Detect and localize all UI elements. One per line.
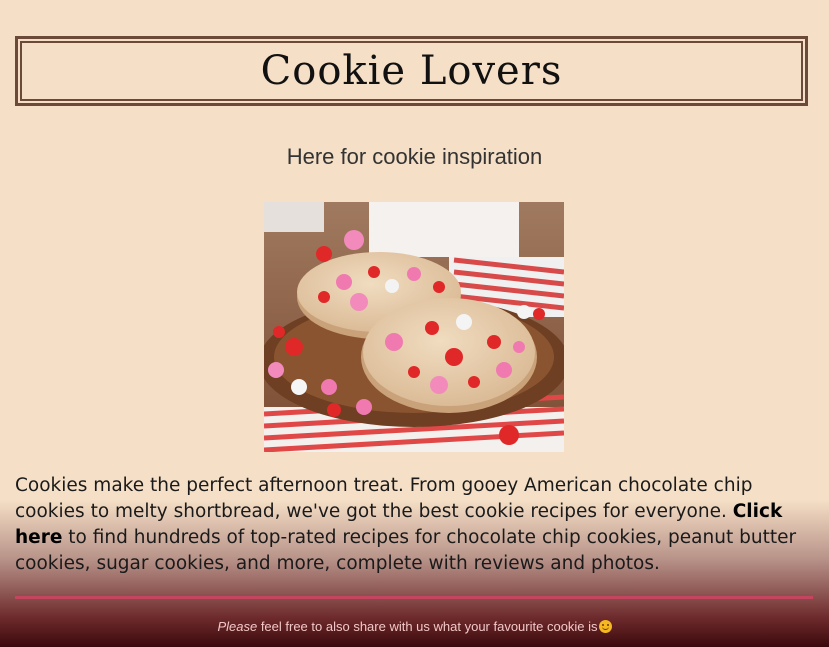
site-header: Cookie Lovers [15,36,808,106]
cookie-photo [264,202,564,452]
intro-paragraph: Cookies make the perfect afternoon treat… [15,473,820,577]
footer-note: Please feel free to also share with us w… [0,619,829,634]
tagline: Here for cookie inspiration [286,144,543,169]
intro-text-after: to find hundreds of top-rated recipes fo… [15,527,797,574]
footer-divider [15,596,813,599]
footer-text: feel free to also share with us what you… [257,619,598,634]
site-title: Cookie Lovers [260,48,563,94]
intro-text-before: Cookies make the perfect afternoon treat… [15,475,753,522]
smiling-face-icon [598,620,612,633]
footer-emphasis: Please [217,619,258,634]
